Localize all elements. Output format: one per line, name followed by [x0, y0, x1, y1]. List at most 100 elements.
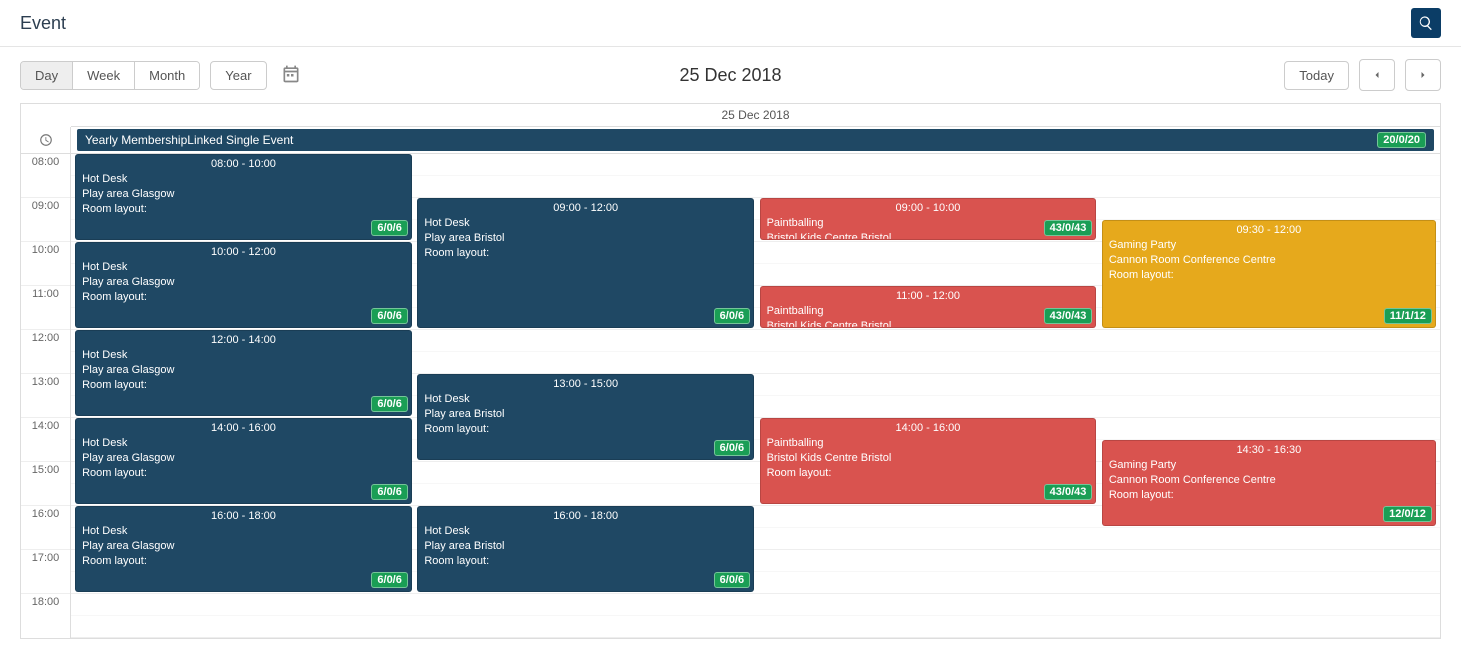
event-card[interactable]: 14:30 - 16:30 Gaming Party Cannon Room C…	[1102, 440, 1436, 526]
event-badge: 6/0/6	[371, 220, 407, 236]
time-label: 09:00	[21, 198, 70, 242]
event-location: Bristol Kids Centre Bristol	[767, 319, 1090, 328]
event-location: Bristol Kids Centre Bristol	[767, 451, 1090, 466]
view-day-button[interactable]: Day	[21, 62, 73, 89]
prev-button[interactable]	[1359, 59, 1395, 91]
event-location: Play area Bristol	[424, 407, 747, 422]
event-badge: 6/0/6	[714, 440, 750, 456]
event-title: Paintballing	[767, 436, 1090, 451]
event-layout: Room layout:	[1109, 268, 1429, 283]
page-header: Event	[0, 0, 1461, 47]
event-card[interactable]: 16:00 - 18:00 Hot Desk Play area Glasgow…	[75, 506, 412, 592]
event-badge: 6/0/6	[371, 308, 407, 324]
time-gutter: 08:00 09:00 10:00 11:00 12:00 13:00 14:0…	[21, 154, 71, 638]
event-time: 10:00 - 12:00	[82, 246, 405, 258]
allday-event[interactable]: Yearly MembershipLinked Single Event 20/…	[77, 129, 1434, 151]
toolbar: Day Week Month Year 25 Dec 2018 Today	[0, 47, 1461, 103]
search-button[interactable]	[1411, 8, 1441, 38]
event-layout: Room layout:	[424, 554, 747, 569]
event-layout: Room layout:	[82, 466, 405, 481]
event-card[interactable]: 14:00 - 16:00 Paintballing Bristol Kids …	[760, 418, 1097, 504]
chevron-right-icon	[1417, 69, 1429, 81]
nav-controls: Today	[1284, 59, 1441, 91]
event-badge: 6/0/6	[371, 396, 407, 412]
event-card[interactable]: 13:00 - 15:00 Hot Desk Play area Bristol…	[417, 374, 754, 460]
view-month-button[interactable]: Month	[135, 62, 199, 89]
event-layout: Room layout:	[424, 422, 747, 437]
time-label: 11:00	[21, 286, 70, 330]
date-picker-button[interactable]	[281, 64, 301, 87]
event-title: Hot Desk	[82, 436, 405, 451]
time-label: 13:00	[21, 374, 70, 418]
event-card[interactable]: 09:00 - 12:00 Hot Desk Play area Bristol…	[417, 198, 754, 328]
event-title: Hot Desk	[82, 260, 405, 275]
event-title: Hot Desk	[424, 216, 747, 231]
event-layout: Room layout:	[82, 378, 405, 393]
time-label: 08:00	[21, 154, 70, 198]
allday-event-title: Yearly MembershipLinked Single Event	[85, 133, 293, 147]
event-location: Play area Glasgow	[82, 539, 405, 554]
event-card[interactable]: 11:00 - 12:00 Paintballing Bristol Kids …	[760, 286, 1097, 328]
event-location: Bristol Kids Centre Bristol	[767, 231, 1090, 240]
page-title: Event	[20, 13, 66, 34]
events-area[interactable]: 08:00 - 10:00 Hot Desk Play area Glasgow…	[71, 154, 1440, 638]
current-date-title: 25 Dec 2018	[679, 65, 781, 86]
view-group-primary: Day Week Month	[20, 61, 200, 90]
event-card[interactable]: 08:00 - 10:00 Hot Desk Play area Glasgow…	[75, 154, 412, 240]
view-year-button[interactable]: Year	[210, 61, 266, 90]
event-card[interactable]: 09:00 - 10:00 Paintballing Bristol Kids …	[760, 198, 1097, 240]
event-badge: 6/0/6	[714, 572, 750, 588]
event-card[interactable]: 09:30 - 12:00 Gaming Party Cannon Room C…	[1102, 220, 1436, 328]
event-location: Cannon Room Conference Centre	[1109, 253, 1429, 268]
time-label: 15:00	[21, 462, 70, 506]
event-badge: 43/0/43	[1044, 484, 1093, 500]
event-badge: 12/0/12	[1383, 506, 1432, 522]
event-time: 13:00 - 15:00	[424, 378, 747, 390]
event-title: Gaming Party	[1109, 238, 1429, 253]
event-time: 14:00 - 16:00	[767, 422, 1090, 434]
today-button[interactable]: Today	[1284, 61, 1349, 90]
event-title: Hot Desk	[424, 392, 747, 407]
event-location: Play area Bristol	[424, 539, 747, 554]
event-location: Play area Glasgow	[82, 363, 405, 378]
clock-icon	[39, 133, 53, 147]
time-label: 18:00	[21, 594, 70, 638]
time-label: 10:00	[21, 242, 70, 286]
event-layout: Room layout:	[424, 246, 747, 261]
allday-row: Yearly MembershipLinked Single Event 20/…	[21, 127, 1440, 154]
event-card[interactable]: 14:00 - 16:00 Hot Desk Play area Glasgow…	[75, 418, 412, 504]
event-layout: Room layout:	[82, 202, 405, 217]
event-title: Gaming Party	[1109, 458, 1429, 473]
event-location: Play area Glasgow	[82, 275, 405, 290]
event-card[interactable]: 16:00 - 18:00 Hot Desk Play area Bristol…	[417, 506, 754, 592]
time-label: 12:00	[21, 330, 70, 374]
event-time: 11:00 - 12:00	[767, 290, 1090, 302]
calendar-icon	[281, 64, 301, 84]
view-week-button[interactable]: Week	[73, 62, 135, 89]
event-card[interactable]: 10:00 - 12:00 Hot Desk Play area Glasgow…	[75, 242, 412, 328]
next-button[interactable]	[1405, 59, 1441, 91]
event-layout: Room layout:	[1109, 488, 1429, 503]
event-time: 14:00 - 16:00	[82, 422, 405, 434]
calendar-grid: 08:00 09:00 10:00 11:00 12:00 13:00 14:0…	[21, 154, 1440, 638]
event-location: Play area Bristol	[424, 231, 747, 246]
chevron-left-icon	[1371, 69, 1383, 81]
time-label: 14:00	[21, 418, 70, 462]
event-title: Paintballing	[767, 216, 1090, 231]
event-badge: 6/0/6	[371, 572, 407, 588]
event-layout: Room layout:	[767, 466, 1090, 481]
event-location: Cannon Room Conference Centre	[1109, 473, 1429, 488]
event-title: Hot Desk	[82, 348, 405, 363]
event-title: Paintballing	[767, 304, 1090, 319]
event-layout: Room layout:	[82, 290, 405, 305]
event-location: Play area Glasgow	[82, 187, 405, 202]
event-badge: 6/0/6	[714, 308, 750, 324]
event-badge: 11/1/12	[1384, 308, 1432, 324]
event-badge: 6/0/6	[371, 484, 407, 500]
time-gutter-header	[21, 127, 71, 153]
event-card[interactable]: 12:00 - 14:00 Hot Desk Play area Glasgow…	[75, 330, 412, 416]
event-time: 16:00 - 18:00	[82, 510, 405, 522]
event-time: 14:30 - 16:30	[1109, 444, 1429, 456]
event-time: 12:00 - 14:00	[82, 334, 405, 346]
search-icon	[1418, 15, 1434, 31]
